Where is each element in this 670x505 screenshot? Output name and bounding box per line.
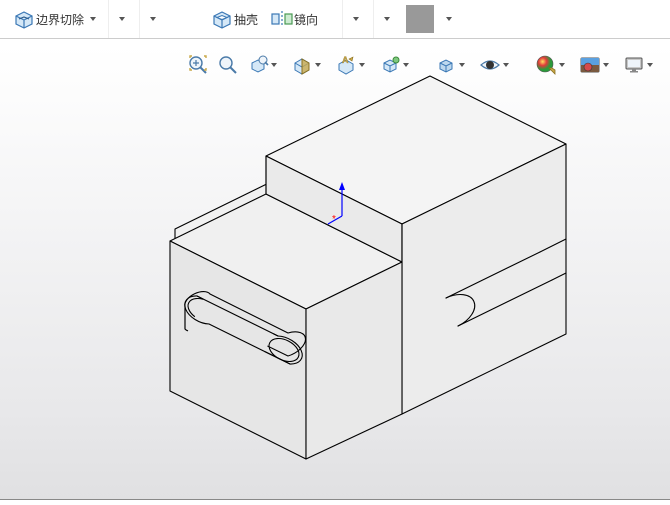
- shell-label: 抽壳: [234, 11, 258, 28]
- previous-view-icon: [247, 54, 269, 76]
- view-toolbar: A: [185, 48, 661, 82]
- chevron-down-icon: [559, 63, 565, 67]
- feature-toolbar: 边界切除 抽壳 镜向: [0, 0, 670, 39]
- chevron-down-icon: [459, 63, 465, 67]
- boundary-cut-label: 边界切除: [36, 11, 84, 28]
- monitor-icon: [623, 54, 645, 76]
- apply-scene-button[interactable]: [577, 52, 617, 78]
- feature-dropdown-1[interactable]: [108, 0, 135, 38]
- svg-text:A: A: [342, 55, 349, 65]
- previous-view-button[interactable]: [245, 52, 285, 78]
- dynamic-annotation-icon: A: [335, 54, 357, 76]
- zoom-fit-icon: [187, 54, 209, 76]
- feature-dropdown-5[interactable]: [436, 0, 462, 38]
- chevron-down-icon: [603, 63, 609, 67]
- eye-icon: [479, 54, 501, 76]
- mirror-label: 镜向: [294, 11, 318, 28]
- chevron-down-icon: [503, 63, 509, 67]
- hide-show-button[interactable]: [477, 52, 517, 78]
- boundary-cut-button[interactable]: 边界切除: [10, 0, 86, 38]
- appearance-sphere-icon: [535, 54, 557, 76]
- feature-dropdown-3[interactable]: [342, 0, 369, 38]
- dynamic-annotation-button[interactable]: A: [333, 52, 373, 78]
- zoom-area-button[interactable]: [215, 52, 241, 78]
- boundary-cut-icon: [12, 7, 36, 31]
- graphics-viewport[interactable]: *: [0, 46, 670, 502]
- view-settings-button[interactable]: [621, 52, 661, 78]
- model-view: *: [0, 46, 670, 502]
- feature-dropdown-4[interactable]: [373, 0, 400, 38]
- chevron-down-icon: [271, 63, 277, 67]
- zoom-fit-button[interactable]: [185, 52, 211, 78]
- view-orientation-icon: [379, 54, 401, 76]
- dropdown-arrow-icon[interactable]: [86, 0, 100, 38]
- solidworks-app: 边界切除 抽壳 镜向: [0, 0, 670, 502]
- material-swatch[interactable]: [406, 5, 434, 33]
- display-style-icon: [435, 54, 457, 76]
- chevron-down-icon: [315, 63, 321, 67]
- zoom-area-icon: [217, 54, 239, 76]
- chevron-down-icon: [403, 63, 409, 67]
- section-view-button[interactable]: [289, 52, 329, 78]
- section-view-icon: [291, 54, 313, 76]
- mirror-button[interactable]: 镜向: [268, 0, 320, 38]
- display-style-button[interactable]: [433, 52, 473, 78]
- shell-icon: [210, 7, 234, 31]
- mirror-icon: [270, 7, 294, 31]
- shell-button[interactable]: 抽壳: [208, 0, 260, 38]
- chevron-down-icon: [647, 63, 653, 67]
- view-orientation-button[interactable]: [377, 52, 417, 78]
- feature-dropdown-2[interactable]: [139, 0, 166, 38]
- svg-text:*: *: [332, 214, 336, 225]
- scene-icon: [579, 54, 601, 76]
- edit-appearance-button[interactable]: [533, 52, 573, 78]
- chevron-down-icon: [359, 63, 365, 67]
